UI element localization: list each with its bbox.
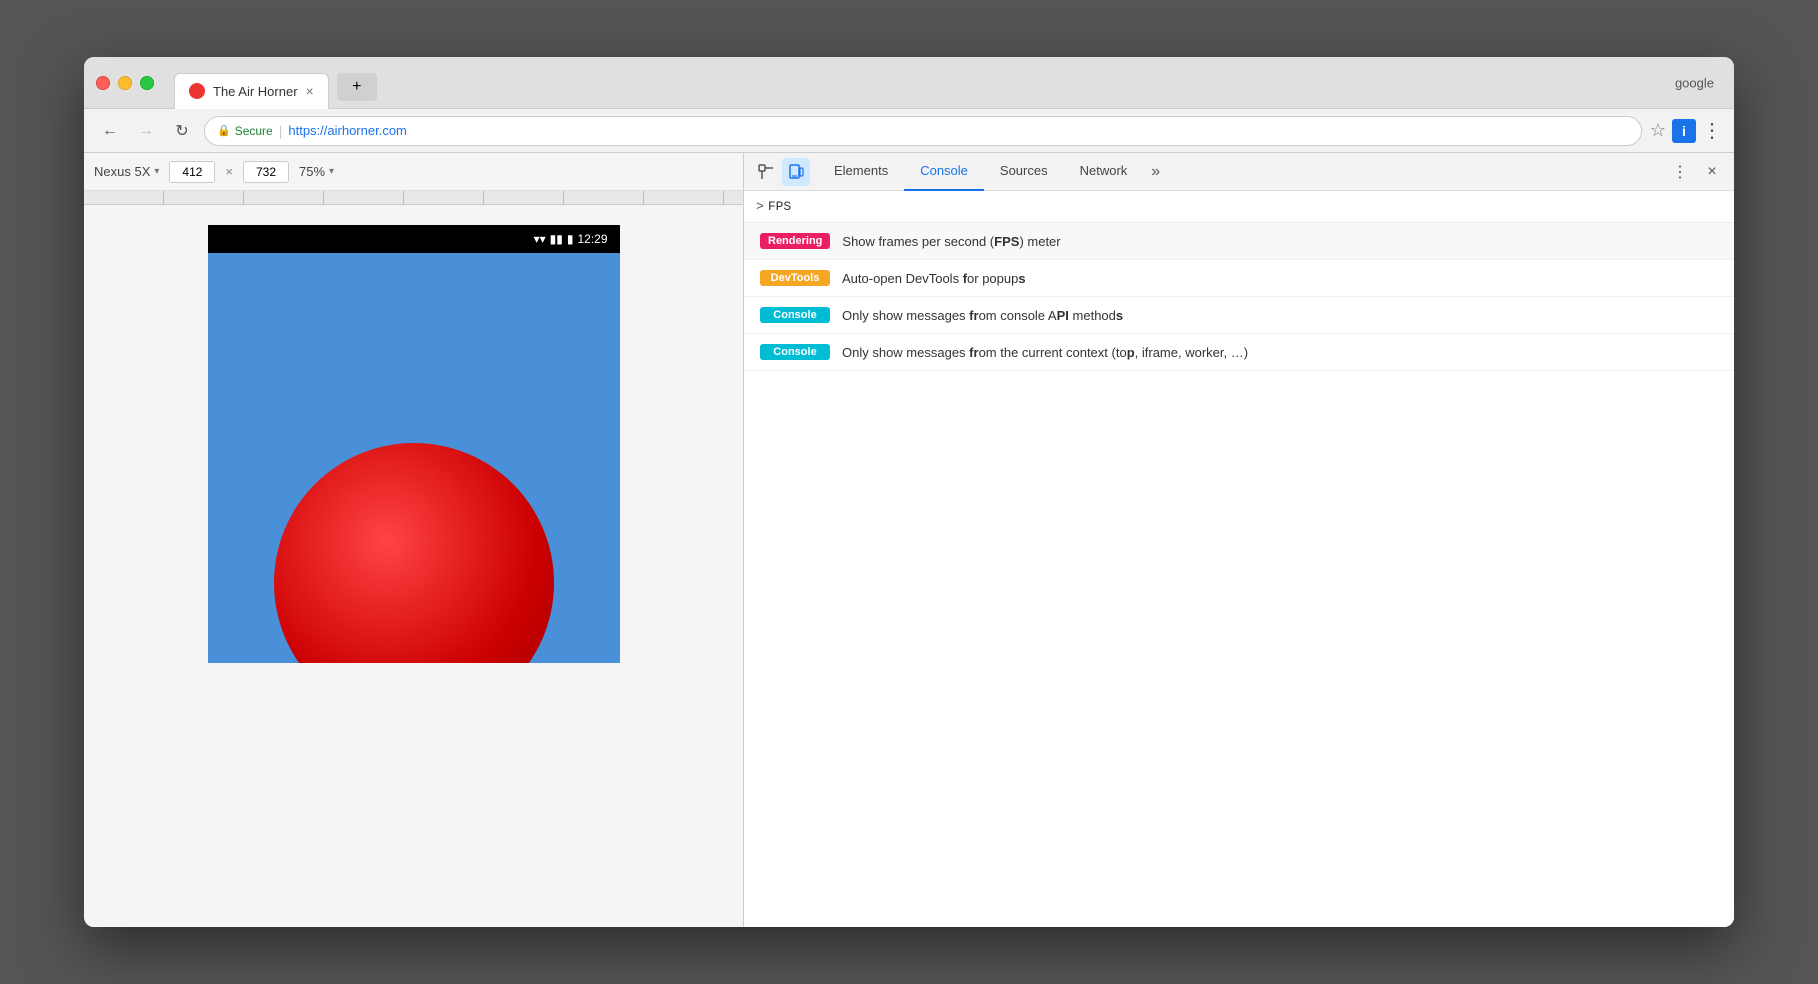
mobile-status-bar: ▾▾ ▮▮ ▮ 12:29: [208, 225, 620, 253]
status-icons: ▾▾ ▮▮ ▮ 12:29: [534, 232, 608, 246]
mobile-view: ▾▾ ▮▮ ▮ 12:29: [84, 205, 743, 927]
nav-right-controls: ☆ i ⋮: [1650, 118, 1722, 143]
badge-devtools: DevTools: [760, 270, 830, 286]
devtools-panel: Elements Console Sources Network » ⋮ ×: [744, 153, 1734, 927]
console-input-row: >: [744, 191, 1734, 223]
tab-elements[interactable]: Elements: [818, 153, 904, 191]
zoom-chevron-icon: ▾: [329, 166, 334, 177]
ruler-segment: [84, 191, 164, 204]
dimension-separator: ×: [225, 164, 233, 179]
ruler-segment: [244, 191, 324, 204]
refresh-button[interactable]: ↻: [168, 117, 196, 145]
browser-tab[interactable]: The Air Horner ×: [174, 73, 329, 109]
devtools-icons: [744, 158, 818, 186]
tab-close-button[interactable]: ×: [306, 84, 314, 98]
address-bar[interactable]: 🔒 Secure | https://airhorner.com: [204, 116, 1642, 146]
inspect-element-button[interactable]: [752, 158, 780, 186]
tab-favicon: [189, 83, 205, 99]
autocomplete-item[interactable]: Console Only show messages from console …: [744, 297, 1734, 334]
ruler-segment: [404, 191, 484, 204]
mobile-content: [208, 253, 620, 663]
autocomplete-item[interactable]: DevTools Auto-open DevTools for popups: [744, 260, 1734, 297]
browser-window: The Air Horner × + google ← → ↻ 🔒 Secure…: [84, 57, 1734, 927]
autocomplete-text: Only show messages from console API meth…: [842, 308, 1123, 323]
extension-button[interactable]: i: [1672, 119, 1696, 143]
google-account: google: [1675, 75, 1714, 90]
devtools-header: Elements Console Sources Network » ⋮ ×: [744, 153, 1734, 191]
back-button[interactable]: ←: [96, 117, 124, 145]
width-input[interactable]: [169, 161, 215, 183]
lock-icon: 🔒: [217, 124, 231, 137]
autocomplete-dropdown: Rendering Show frames per second (FPS) m…: [744, 223, 1734, 927]
console-input[interactable]: [768, 199, 1722, 214]
autocomplete-item[interactable]: Rendering Show frames per second (FPS) m…: [744, 223, 1734, 260]
air-horn-button[interactable]: [274, 443, 554, 663]
maximize-button[interactable]: [140, 76, 154, 90]
autocomplete-text: Show frames per second (FPS) meter: [842, 234, 1060, 249]
height-input[interactable]: [243, 161, 289, 183]
device-toolbar-toggle[interactable]: [782, 158, 810, 186]
tab-bar: The Air Horner × +: [174, 65, 1722, 101]
secure-badge: 🔒 Secure: [217, 124, 273, 138]
ruler-segment: [644, 191, 724, 204]
devtools-close-button[interactable]: ×: [1698, 158, 1726, 186]
zoom-selector[interactable]: 75% ▾: [299, 164, 334, 179]
ruler-segment: [484, 191, 564, 204]
left-panel: Nexus 5X ▾ × 75% ▾: [84, 153, 744, 927]
url-text: https://airhorner.com: [288, 123, 407, 138]
autocomplete-text: Only show messages from the current cont…: [842, 345, 1248, 360]
time-display: 12:29: [577, 232, 607, 246]
console-prompt: >: [756, 199, 764, 214]
ruler-segment: [164, 191, 244, 204]
wifi-icon: ▾▾: [534, 232, 546, 246]
device-name: Nexus 5X: [94, 164, 150, 179]
more-tabs-button[interactable]: »: [1143, 163, 1168, 181]
battery-icon: ▮: [567, 232, 574, 246]
chrome-menu-button[interactable]: ⋮: [1702, 118, 1722, 143]
devtools-tabs: Elements Console Sources Network »: [818, 153, 1658, 191]
devtools-menu-button[interactable]: ⋮: [1666, 158, 1694, 186]
zoom-level: 75%: [299, 164, 325, 179]
secure-label: Secure: [235, 124, 273, 138]
bookmark-button[interactable]: ☆: [1650, 120, 1666, 141]
close-button[interactable]: [96, 76, 110, 90]
title-bar: The Air Horner × + google: [84, 57, 1734, 109]
ruler-segment: [564, 191, 644, 204]
tab-console[interactable]: Console: [904, 153, 984, 191]
mobile-screen: ▾▾ ▮▮ ▮ 12:29: [208, 225, 620, 663]
devtools-actions: ⋮ ×: [1658, 158, 1734, 186]
autocomplete-text: Auto-open DevTools for popups: [842, 271, 1026, 286]
device-selector[interactable]: Nexus 5X ▾: [94, 164, 159, 179]
minimize-button[interactable]: [118, 76, 132, 90]
new-tab-button[interactable]: +: [337, 73, 377, 101]
badge-console: Console: [760, 307, 830, 323]
navigation-bar: ← → ↻ 🔒 Secure | https://airhorner.com ☆…: [84, 109, 1734, 153]
signal-icon: ▮▮: [550, 232, 563, 246]
tab-network[interactable]: Network: [1064, 153, 1144, 191]
url-divider: |: [279, 123, 283, 139]
ruler-row: [84, 191, 743, 205]
ruler-segment: [324, 191, 404, 204]
forward-button[interactable]: →: [132, 117, 160, 145]
autocomplete-item[interactable]: Console Only show messages from the curr…: [744, 334, 1734, 371]
badge-rendering: Rendering: [760, 233, 830, 249]
device-toolbar: Nexus 5X ▾ × 75% ▾: [84, 153, 743, 191]
traffic-lights: [96, 76, 154, 90]
tab-title: The Air Horner: [213, 84, 298, 99]
tab-sources[interactable]: Sources: [984, 153, 1064, 191]
main-content: Nexus 5X ▾ × 75% ▾: [84, 153, 1734, 927]
console-area: > Rendering Show frames per second (FPS)…: [744, 191, 1734, 927]
badge-console: Console: [760, 344, 830, 360]
device-chevron-icon: ▾: [154, 166, 159, 177]
